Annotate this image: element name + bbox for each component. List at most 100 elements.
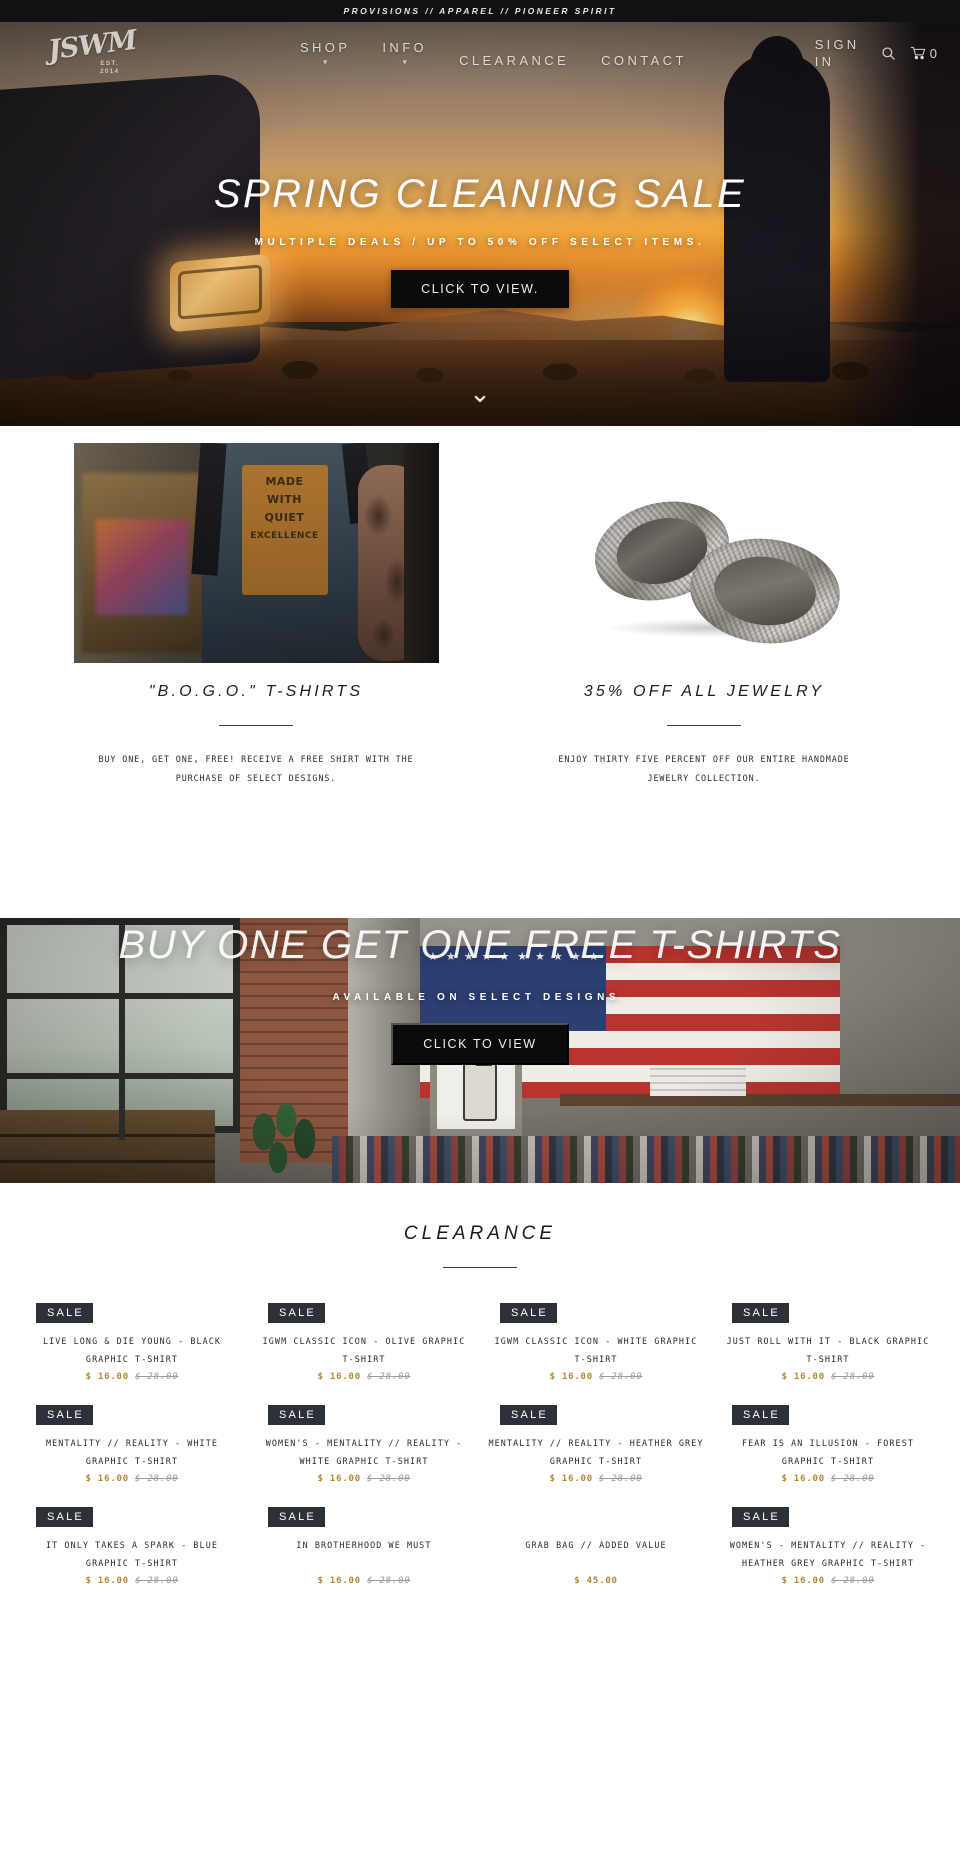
product-sale-price: $ 16.00 bbox=[85, 1576, 129, 1586]
product-card[interactable]: SALE IGWM CLASSIC ICON - WHITE GRAPHIC T-… bbox=[480, 1294, 712, 1382]
sale-badge: SALE bbox=[268, 1303, 325, 1323]
sale-badge: SALE bbox=[732, 1303, 789, 1323]
sign-in-link[interactable]: SIGN IN bbox=[815, 36, 867, 70]
nav-item-shop-label: SHOP bbox=[299, 39, 351, 55]
product-title[interactable]: IT ONLY TAKES A SPARK - BLUE GRAPHIC T-S… bbox=[22, 1536, 242, 1572]
product-card[interactable]: SALE IGWM CLASSIC ICON - OLIVE GRAPHIC T-… bbox=[248, 1294, 480, 1382]
nav-utilities: SIGN IN 0 bbox=[815, 36, 938, 70]
product-card[interactable]: SALE LIVE LONG & DIE YOUNG - BLACK GRAPHI… bbox=[16, 1294, 248, 1382]
product-price: $ 16.00 $ 28.00 bbox=[254, 1372, 474, 1382]
product-sale-price: $ 16.00 bbox=[781, 1372, 825, 1382]
section-spacer bbox=[0, 788, 960, 918]
sale-badge: SALE bbox=[268, 1405, 325, 1425]
product-sale-price: $ 16.00 bbox=[85, 1372, 129, 1382]
badge-wrapper: SALE bbox=[718, 1396, 938, 1434]
cart-count: 0 bbox=[929, 45, 938, 61]
badge-wrapper: SALE bbox=[486, 1294, 706, 1332]
nav-item-contact[interactable]: CONTACT bbox=[585, 53, 703, 68]
scroll-down-icon[interactable]: ⌄ bbox=[0, 380, 960, 406]
badge-wrapper: SALE bbox=[486, 1498, 706, 1536]
product-price: $ 16.00 $ 28.00 bbox=[718, 1576, 938, 1586]
product-title[interactable]: JUST ROLL WITH IT - BLACK GRAPHIC T-SHIR… bbox=[718, 1332, 938, 1368]
sale-badge: SALE bbox=[732, 1507, 789, 1527]
product-title[interactable]: FEAR IS AN ILLUSION - FOREST GRAPHIC T-S… bbox=[718, 1434, 938, 1470]
product-title[interactable]: MENTALITY // REALITY - WHITE GRAPHIC T-S… bbox=[22, 1434, 242, 1470]
chevron-down-icon: ▾ bbox=[322, 56, 328, 67]
product-sale-price: $ 16.00 bbox=[317, 1576, 361, 1586]
hero-banner-bogo: ★★★★★★★★★★★★★★★★★★★★★★★★★★★★★★★★★★★★★★★★… bbox=[0, 918, 960, 1183]
sale-badge: SALE bbox=[500, 1303, 557, 1323]
product-grid: SALE LIVE LONG & DIE YOUNG - BLACK GRAPHI… bbox=[0, 1268, 960, 1586]
product-card[interactable]: SALE FEAR IS AN ILLUSION - FOREST GRAPHIC… bbox=[712, 1396, 944, 1484]
promo-title-jewelry: 35% OFF ALL JEWELRY bbox=[583, 683, 825, 700]
promo-image-rings[interactable] bbox=[521, 443, 887, 663]
product-title[interactable]: GRAB BAG // ADDED VALUE bbox=[486, 1536, 706, 1572]
promo-title-bogo: "B.O.G.O." T-SHIRTS bbox=[148, 683, 364, 700]
hero2-subtitle: AVAILABLE ON SELECT DESIGNS. bbox=[332, 992, 628, 1003]
cart-button[interactable]: 0 bbox=[910, 46, 938, 61]
clearance-section: CLEARANCE SALE LIVE LONG & DIE YOUNG - BL… bbox=[0, 1183, 960, 1586]
product-title[interactable]: IGWM CLASSIC ICON - OLIVE GRAPHIC T-SHIR… bbox=[254, 1332, 474, 1368]
chevron-down-icon: ▾ bbox=[402, 56, 407, 67]
nav-item-info-label: INFO bbox=[382, 39, 428, 55]
product-card[interactable]: SALE MENTALITY // REALITY - HEATHER GREY … bbox=[480, 1396, 712, 1484]
product-original-price: $ 28.00 bbox=[367, 1576, 411, 1586]
promo-text-bogo: BUY ONE, GET ONE, FREE! RECEIVE A FREE S… bbox=[98, 754, 414, 783]
shirt-print-text: MADE WITH QUIET EXCELLENCE bbox=[250, 475, 319, 541]
main-navigation: JSWM EST. 2014 SHOP ▾ INFO ▾ CLEARANCE C… bbox=[0, 22, 960, 84]
hero2-cta-button[interactable]: CLICK TO VIEW bbox=[391, 1023, 569, 1065]
announcement-bar: PROVISIONS // APPAREL // PIONEER SPIRIT bbox=[0, 0, 960, 22]
badge-wrapper: SALE bbox=[254, 1294, 474, 1332]
product-original-price: $ 28.00 bbox=[135, 1576, 179, 1586]
product-price: $ 16.00 $ 28.00 bbox=[718, 1474, 938, 1484]
product-sale-price: $ 16.00 bbox=[549, 1372, 593, 1382]
nav-links: SHOP ▾ INFO ▾ CLEARANCE CONTACT bbox=[172, 39, 815, 68]
nav-item-clearance[interactable]: CLEARANCE bbox=[443, 53, 585, 68]
product-price: $ 16.00 $ 28.00 bbox=[22, 1576, 242, 1586]
product-card[interactable]: SALE JUST ROLL WITH IT - BLACK GRAPHIC T-… bbox=[712, 1294, 944, 1382]
divider bbox=[667, 725, 741, 726]
badge-wrapper: SALE bbox=[718, 1498, 938, 1536]
hero2-title: BUY ONE GET ONE FREE T-SHIRTS bbox=[118, 923, 842, 967]
sale-badge: SALE bbox=[36, 1405, 93, 1425]
product-price: $ 16.00 $ 28.00 bbox=[486, 1474, 706, 1484]
badge-wrapper: SALE bbox=[22, 1396, 242, 1434]
nav-item-info[interactable]: INFO ▾ bbox=[366, 40, 443, 67]
product-original-price: $ 28.00 bbox=[831, 1474, 875, 1484]
product-title[interactable]: IN BROTHERHOOD WE MUST bbox=[254, 1536, 474, 1572]
search-button[interactable] bbox=[881, 46, 896, 61]
nav-item-shop[interactable]: SHOP ▾ bbox=[284, 40, 366, 67]
promo-card-jewelry: 35% OFF ALL JEWELRY ENJOY THIRTY FIVE PE… bbox=[480, 443, 928, 788]
sale-badge: SALE bbox=[268, 1507, 325, 1527]
hero2-content: BUY ONE GET ONE FREE T-SHIRTS AVAILABLE … bbox=[0, 923, 960, 1065]
announcement-text: PROVISIONS // APPAREL // PIONEER SPIRIT bbox=[343, 6, 617, 16]
product-title[interactable]: WOMEN'S - MENTALITY // REALITY - HEATHER… bbox=[718, 1536, 938, 1572]
product-card[interactable]: SALE MENTALITY // REALITY - WHITE GRAPHIC… bbox=[16, 1396, 248, 1484]
promo-image-tshirt[interactable]: MADE WITH QUIET EXCELLENCE bbox=[73, 443, 439, 663]
sale-badge: SALE bbox=[36, 1507, 93, 1527]
product-title[interactable]: LIVE LONG & DIE YOUNG - BLACK GRAPHIC T-… bbox=[22, 1332, 242, 1368]
product-original-price: $ 28.00 bbox=[599, 1474, 643, 1484]
product-title[interactable]: WOMEN'S - MENTALITY // REALITY - WHITE G… bbox=[254, 1434, 474, 1470]
badge-wrapper: SALE bbox=[254, 1396, 474, 1434]
site-logo[interactable]: JSWM EST. 2014 bbox=[22, 25, 172, 80]
promo-card-bogo: MADE WITH QUIET EXCELLENCE "B.O.G.O." T-… bbox=[32, 443, 480, 788]
product-price: $ 45.00 bbox=[486, 1576, 706, 1586]
product-sale-price: $ 16.00 bbox=[317, 1474, 361, 1484]
promo-text-jewelry: ENJOY THIRTY FIVE PERCENT OFF OUR ENTIRE… bbox=[558, 754, 850, 783]
product-price: $ 16.00 $ 28.00 bbox=[486, 1372, 706, 1382]
product-price: $ 16.00 $ 28.00 bbox=[254, 1576, 474, 1586]
product-title[interactable]: MENTALITY // REALITY - HEATHER GREY GRAP… bbox=[486, 1434, 706, 1470]
product-card[interactable]: SALE WOMEN'S - MENTALITY // REALITY - HEA… bbox=[712, 1498, 944, 1586]
product-card[interactable]: SALE IT ONLY TAKES A SPARK - BLUE GRAPHIC… bbox=[16, 1498, 248, 1586]
product-card[interactable]: SALE WOMEN'S - MENTALITY // REALITY - WHI… bbox=[248, 1396, 480, 1484]
product-original-price: $ 28.00 bbox=[367, 1474, 411, 1484]
product-title[interactable]: IGWM CLASSIC ICON - WHITE GRAPHIC T-SHIR… bbox=[486, 1332, 706, 1368]
hero-cta-button[interactable]: CLICK TO VIEW. bbox=[391, 270, 569, 308]
hero-content: SPRING CLEANING SALE MULTIPLE DEALS / UP… bbox=[0, 172, 960, 308]
product-sale-price: $ 45.00 bbox=[574, 1576, 618, 1586]
product-card[interactable]: SALE IN BROTHERHOOD WE MUST $ 16.00 $ 28.00 bbox=[248, 1498, 480, 1586]
badge-wrapper: SALE bbox=[718, 1294, 938, 1332]
product-card[interactable]: SALEGRAB BAG // ADDED VALUE $ 45.00 bbox=[480, 1498, 712, 1586]
hero-banner-primary: JSWM EST. 2014 SHOP ▾ INFO ▾ CLEARANCE C… bbox=[0, 22, 960, 426]
